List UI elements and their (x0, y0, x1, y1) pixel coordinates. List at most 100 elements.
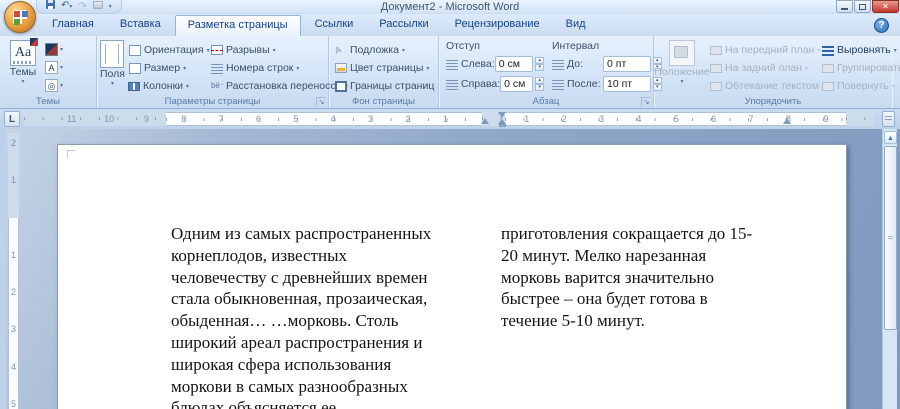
group-label-page-setup: Параметры страницы (97, 96, 328, 107)
tab-stop-selector[interactable]: L (4, 111, 20, 127)
column2-right-indent-marker[interactable] (783, 118, 791, 124)
columns-button[interactable]: Колонки▾ (125, 77, 208, 95)
line-numbers-icon (211, 64, 223, 74)
office-logo-icon (13, 10, 27, 24)
first-line-indent-marker[interactable] (498, 112, 506, 118)
spacing-before-field[interactable]: 0 пт (603, 56, 651, 72)
document-page[interactable]: Одним из самых распространенныхкорнеплод… (57, 144, 847, 409)
group-themes: Аa Темы▾ ▾ A▾ ◎▾ Темы (0, 36, 97, 108)
text-column-right[interactable]: приготовления сокращается до 15-20 минут… (501, 223, 811, 332)
indent-left-spinner[interactable]: ▴▾ (535, 57, 544, 71)
ruler-margin-numbers: 11109 (53, 112, 165, 126)
group-page-background: AПодложка▾ Цвет страницы▾ Границы страни… (329, 36, 439, 108)
spacing-after-row: После: 10 пт ▴▾ (552, 74, 662, 94)
watermark-button[interactable]: AПодложка▾ (332, 41, 437, 59)
ribbon-tab-row: Главная Вставка Разметка страницы Ссылки… (0, 14, 900, 36)
margins-icon (100, 40, 124, 68)
window-controls: ✕ (835, 0, 899, 13)
indent-header: Отступ (446, 40, 544, 52)
ruler-column1-numbers: 87654321 (165, 112, 464, 126)
margins-button[interactable]: Поля▾ (100, 38, 125, 95)
tab-review[interactable]: Рецензирование (443, 15, 552, 35)
tab-view[interactable]: Вид (554, 15, 598, 35)
themes-icon: Аa (10, 40, 36, 66)
window-title: Документ2 - Microsoft Word (0, 1, 900, 13)
column1-right-indent-marker[interactable] (481, 118, 489, 124)
orientation-icon (129, 45, 141, 56)
tab-insert[interactable]: Вставка (108, 15, 173, 35)
help-button[interactable]: ? (874, 18, 889, 33)
group-arrange: Положение▾ На передний план▾ На задний п… (654, 36, 892, 108)
indent-right-row: Справа: 0 см ▴▾ (446, 74, 544, 94)
vertical-scrollbar[interactable]: ▲ (882, 129, 897, 409)
minimize-icon (841, 8, 848, 10)
bring-to-front-button[interactable]: На передний план▾ (707, 41, 819, 59)
word-window: ↶▾ ↷ ▾ Документ2 - Microsoft Word ✕ Глав… (0, 0, 900, 409)
ribbon: Аa Темы▾ ▾ A▾ ◎▾ Темы Поля▾ Ориентация▾ … (0, 36, 900, 109)
group-label-arrange: Упорядочить (654, 96, 892, 107)
scroll-up-button[interactable]: ▲ (884, 131, 897, 144)
ruler-right-margin-zone (846, 112, 874, 126)
hyphenation-icon: bё⁻ (211, 80, 223, 92)
close-icon: ✕ (882, 2, 889, 11)
indent-right-field[interactable]: 0 см (500, 76, 533, 92)
theme-colors-icon (45, 43, 58, 56)
rotate-icon (822, 82, 834, 91)
page-borders-button[interactable]: Границы страниц (332, 77, 437, 95)
size-button[interactable]: Размер▾ (125, 59, 208, 77)
page-size-icon (129, 63, 141, 74)
paragraph-dialog-launcher[interactable]: ↘ (641, 97, 651, 107)
group-page-setup: Поля▾ Ориентация▾ Размер▾ Колонки▾ Разры… (97, 36, 329, 108)
rotate-button[interactable]: Повернуть▾ (819, 77, 900, 95)
close-button[interactable]: ✕ (872, 0, 899, 13)
group-objects-button[interactable]: Группировать▾ (819, 59, 900, 77)
watermark-icon: A (333, 42, 348, 57)
send-to-back-button[interactable]: На задний план▾ (707, 59, 819, 77)
spacing-header: Интервал (552, 40, 662, 52)
scrollbar-thumb[interactable] (884, 146, 897, 330)
spacing-after-icon (552, 80, 564, 90)
view-ruler-toggle-button[interactable] (882, 111, 895, 127)
tab-home[interactable]: Главная (40, 15, 106, 35)
orientation-button[interactable]: Ориентация▾ (125, 41, 208, 59)
send-to-back-icon (710, 64, 722, 73)
page-color-button[interactable]: Цвет страницы▾ (332, 59, 437, 77)
indent-right-spinner[interactable]: ▴▾ (535, 77, 544, 91)
theme-fonts-icon: A (45, 61, 58, 74)
align-button[interactable]: Выровнять▾ (819, 41, 900, 59)
vertical-ruler-margin-numbers: 21 (8, 129, 19, 199)
align-icon (822, 46, 834, 56)
theme-effects-icon: ◎ (45, 79, 58, 92)
group-label-page-background: Фон страницы (329, 96, 438, 107)
theme-effects-button[interactable]: ◎▾ (45, 77, 63, 93)
office-button[interactable] (4, 1, 36, 33)
ruler-column2-numbers: 123456789 (508, 112, 845, 126)
horizontal-ruler: L 11109 87654321 123456789 (0, 109, 900, 129)
text-wrapping-button[interactable]: Обтекание текстом▾ (707, 77, 819, 95)
theme-fonts-button[interactable]: A▾ (45, 59, 63, 75)
tab-page-layout[interactable]: Разметка страницы (175, 15, 301, 36)
document-area: 21 12345 Одним из самых распространенных… (0, 129, 900, 409)
group-paragraph: Отступ Слева: 0 см ▴▾ Справа: 0 см ▴▾ Ин… (439, 36, 654, 108)
left-indent-marker[interactable] (499, 124, 506, 127)
group-objects-icon (822, 64, 834, 73)
vertical-ruler-body-numbers: 12345 (8, 236, 19, 409)
position-icon (669, 40, 695, 66)
theme-colors-button[interactable]: ▾ (45, 41, 63, 57)
spacing-after-field[interactable]: 10 пт (603, 76, 651, 92)
text-wrapping-icon (710, 82, 722, 91)
spacing-before-row: До: 0 пт ▴▾ (552, 54, 662, 74)
tab-mailings[interactable]: Рассылки (367, 15, 440, 35)
page-borders-icon (335, 81, 347, 92)
group-label-paragraph: Абзац (439, 96, 653, 107)
tab-references[interactable]: Ссылки (303, 15, 366, 35)
position-button[interactable]: Положение▾ (657, 38, 707, 95)
maximize-button[interactable] (854, 0, 871, 13)
page-setup-dialog-launcher[interactable]: ↘ (316, 97, 326, 107)
page-break-icon (211, 45, 223, 55)
minimize-button[interactable] (836, 0, 853, 13)
indent-left-field[interactable]: 0 см (495, 56, 534, 72)
indent-right-icon (446, 80, 458, 90)
themes-button[interactable]: Аa Темы▾ (3, 38, 43, 95)
text-column-left[interactable]: Одним из самых распространенныхкорнеплод… (171, 223, 471, 409)
